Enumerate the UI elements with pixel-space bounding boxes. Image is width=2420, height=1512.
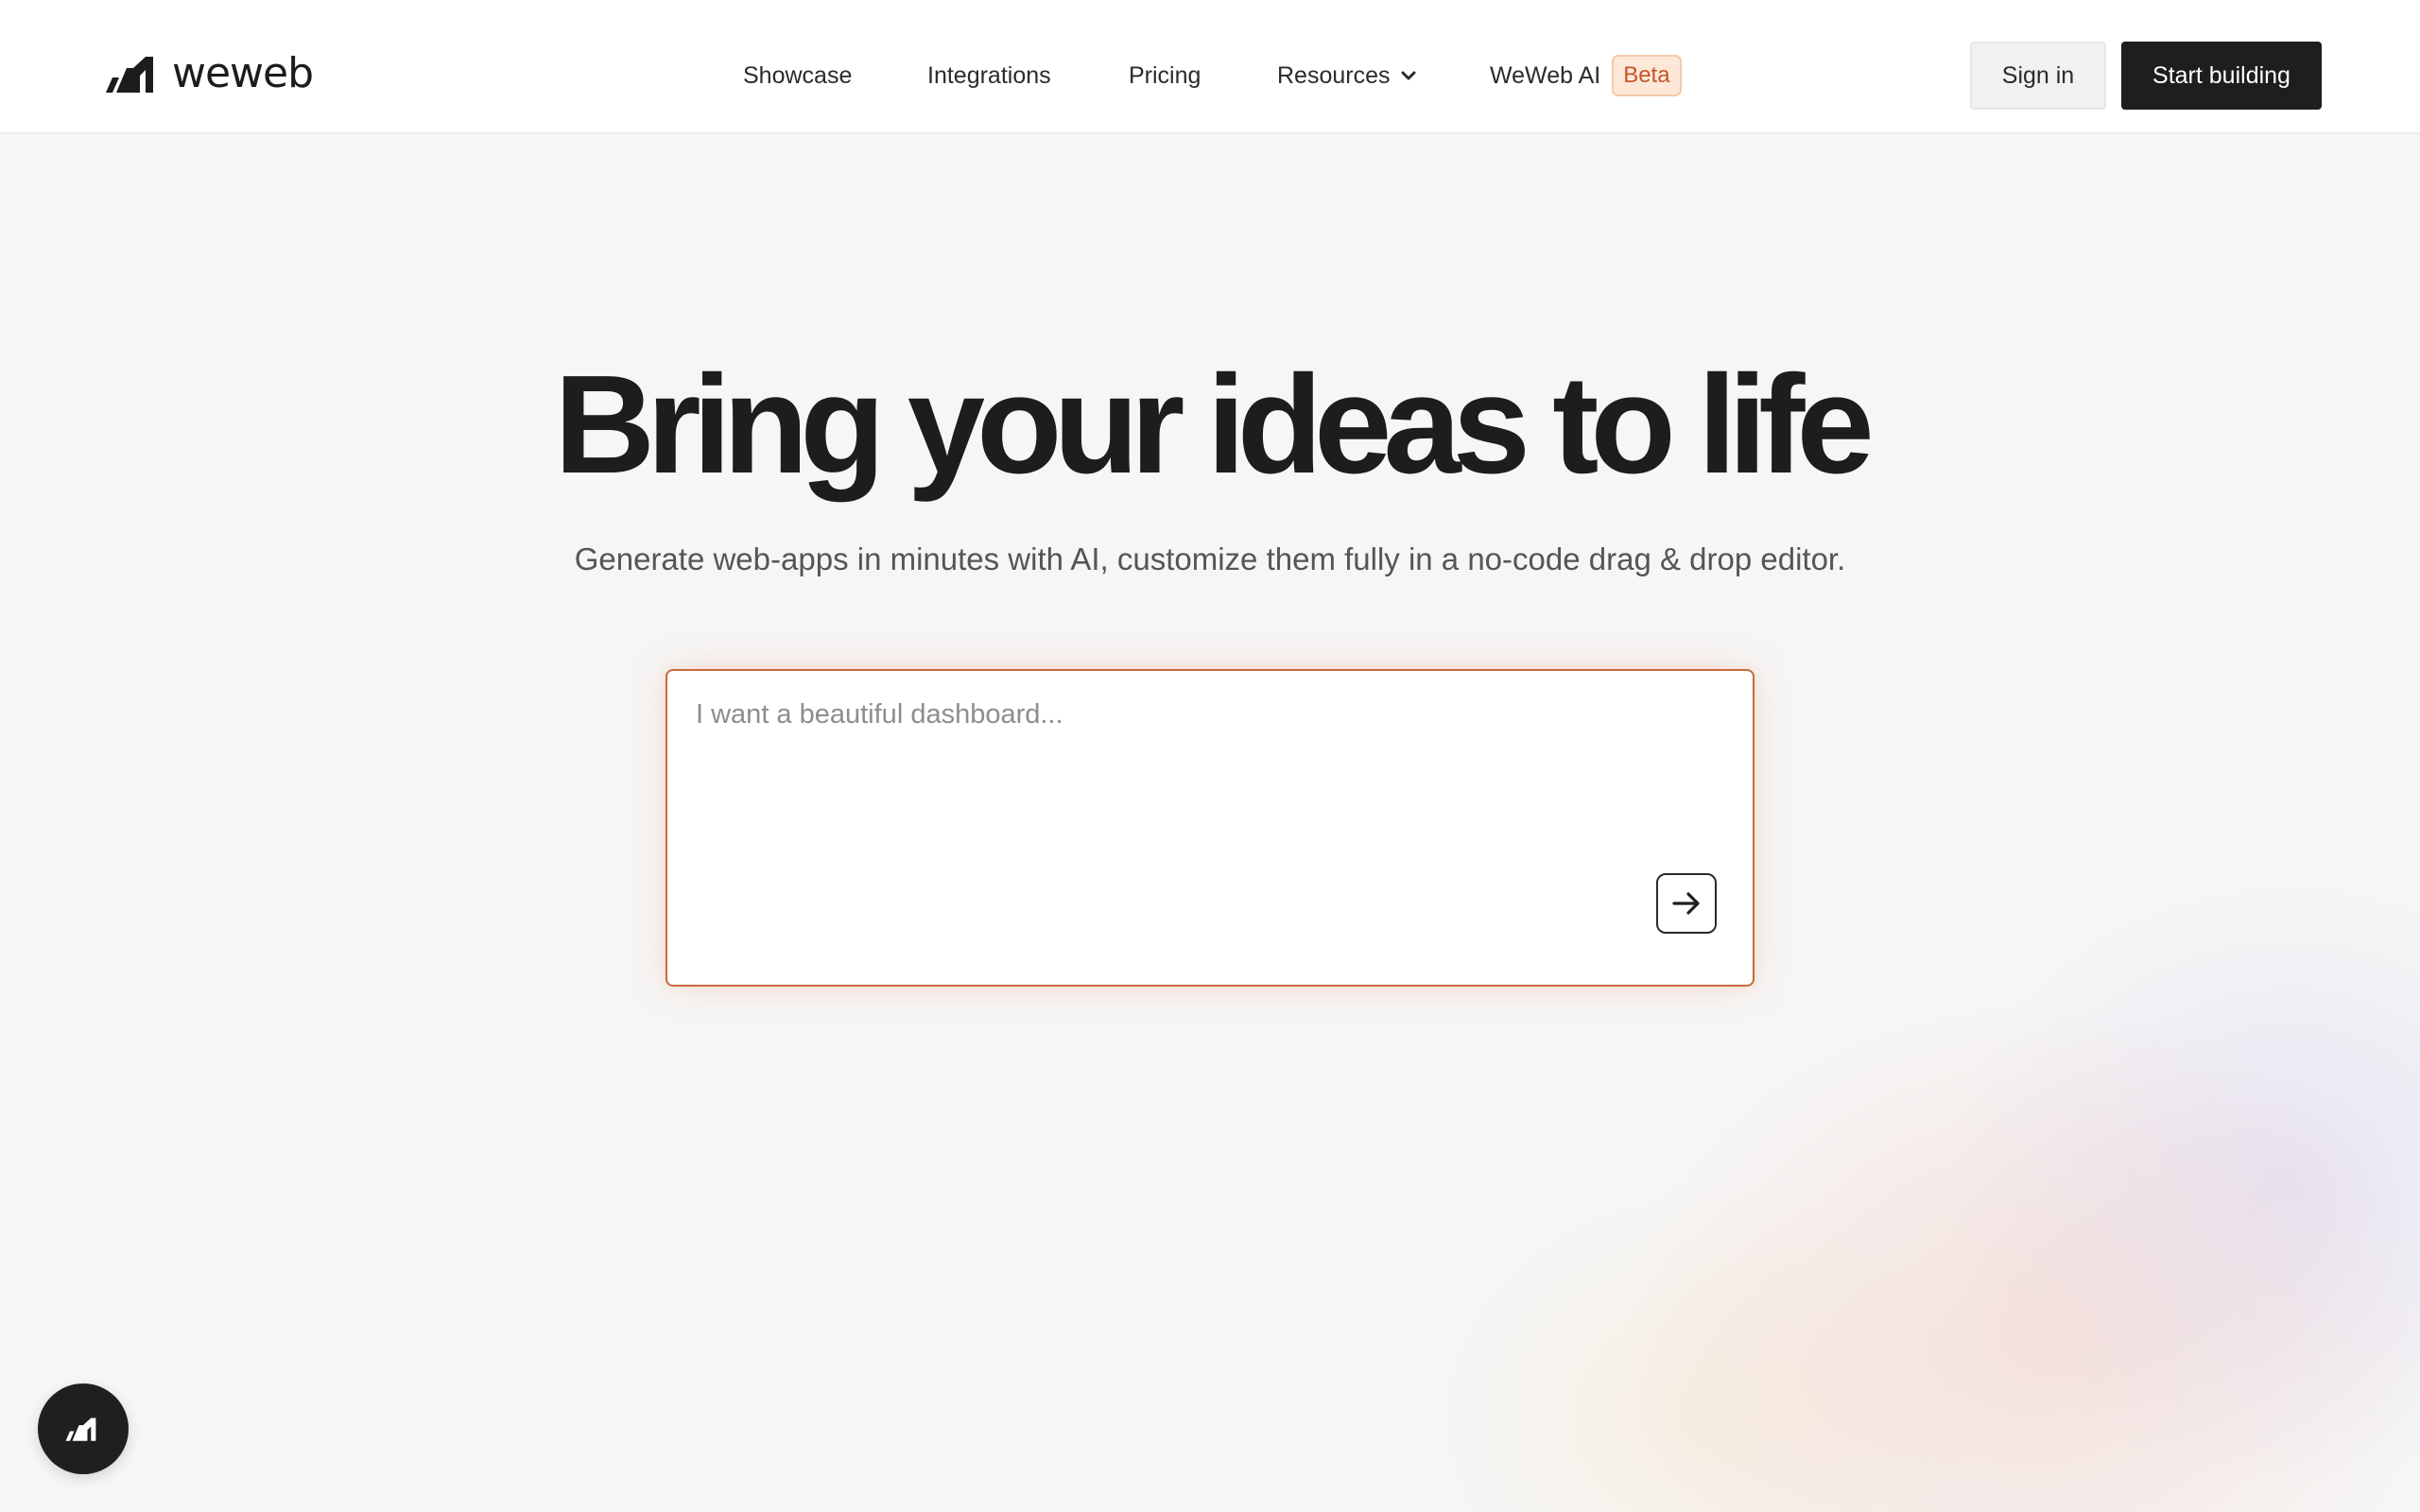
hero-subtitle: Generate web-apps in minutes with AI, cu… [574, 541, 1846, 576]
nav-resources-label: Resources [1277, 62, 1391, 89]
weweb-logo-icon [106, 57, 153, 93]
beta-badge: Beta [1612, 55, 1682, 96]
weweb-logo-icon [65, 1418, 96, 1441]
nav-showcase[interactable]: Showcase [743, 53, 852, 98]
nav-showcase-label: Showcase [743, 62, 853, 89]
prompt-input[interactable] [696, 699, 1698, 888]
logo-text: weweb [172, 49, 314, 97]
arrow-right-icon [1672, 892, 1700, 915]
nav-resources[interactable]: Resources [1277, 53, 1417, 98]
nav-pricing-label: Pricing [1129, 62, 1201, 89]
nav-weweb-ai[interactable]: WeWeb AI Beta [1490, 53, 1682, 98]
nav-weweb-ai-label: WeWeb AI [1490, 62, 1601, 89]
nav-integrations[interactable]: Integrations [927, 53, 1051, 98]
page: weweb Showcase Integrations Pricing Reso… [0, 0, 2420, 1512]
site-header: weweb Showcase Integrations Pricing Reso… [0, 0, 2420, 134]
sign-in-button[interactable]: Sign in [1970, 42, 2106, 110]
chevron-down-icon [1401, 71, 1415, 80]
nav-integrations-label: Integrations [927, 62, 1051, 89]
logo-link[interactable]: weweb [104, 49, 314, 97]
hero-title: Bring your ideas to life [554, 347, 1875, 503]
prompt-box [666, 669, 1754, 987]
chat-widget-button[interactable] [38, 1383, 129, 1474]
start-building-button[interactable]: Start building [2121, 42, 2322, 110]
nav-pricing[interactable]: Pricing [1129, 53, 1201, 98]
submit-prompt-button[interactable] [1656, 873, 1717, 934]
